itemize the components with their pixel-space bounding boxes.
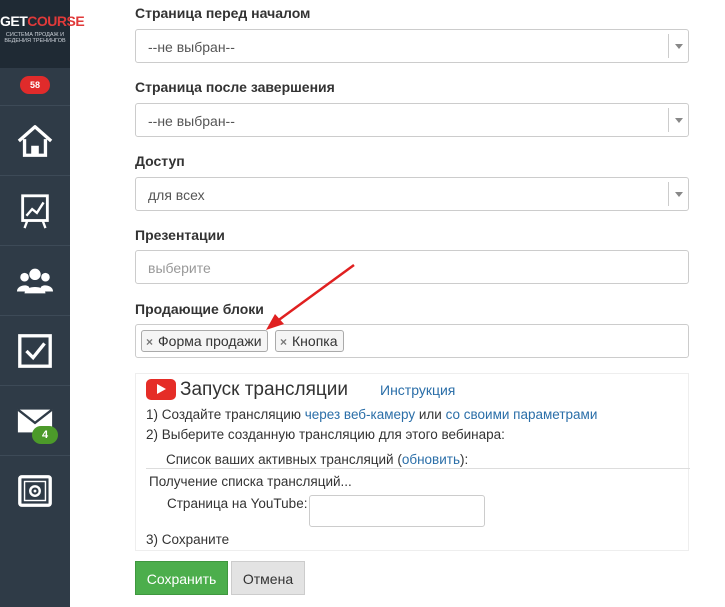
tag-label: Кнопка: [292, 333, 338, 349]
sidebar: GETCOURSE СИСТЕМА ПРОДАЖ И ВЕДЕНИЯ ТРЕНИ…: [0, 0, 85, 607]
safe-icon: [18, 475, 52, 507]
access-select[interactable]: для всех: [135, 177, 689, 211]
page-after-label: Страница после завершения: [135, 79, 335, 95]
sidebar-item-users[interactable]: [0, 245, 70, 316]
tag-label: Форма продажи: [158, 333, 262, 349]
cancel-button[interactable]: Отмена: [231, 561, 305, 595]
selling-block-tag: × Кнопка: [275, 330, 344, 352]
selling-block-tag: × Форма продажи: [141, 330, 268, 352]
users-icon: [16, 268, 54, 294]
close-icon[interactable]: ×: [146, 335, 153, 349]
step-3: 3) Сохраните: [146, 532, 230, 547]
refresh-link[interactable]: обновить: [402, 452, 460, 467]
presentations-input[interactable]: выберите: [135, 250, 689, 284]
checkbox-icon: [18, 334, 52, 368]
logo-brand: GETCOURSE: [0, 13, 85, 29]
chevron-down-icon: [668, 34, 688, 58]
youtube-icon: [146, 379, 176, 400]
home-icon: [17, 125, 53, 157]
chevron-down-icon: [668, 108, 688, 132]
active-broadcasts: Список ваших активных трансляций (обнови…: [166, 452, 469, 467]
step-1: 1) Создайте трансляцию через веб-камеру …: [146, 407, 598, 422]
notifications-badge[interactable]: 58: [20, 76, 50, 94]
page-before-value: --не выбран--: [148, 39, 235, 55]
youtube-page-input[interactable]: [309, 495, 485, 527]
sidebar-item-reports[interactable]: [0, 175, 70, 246]
chevron-down-icon: [668, 182, 688, 206]
getcourse-logo[interactable]: GETCOURSE СИСТЕМА ПРОДАЖ И ВЕДЕНИЯ ТРЕНИ…: [0, 0, 85, 68]
sidebar-item-home[interactable]: [0, 105, 70, 176]
save-button[interactable]: Сохранить: [135, 561, 228, 595]
presentations-label: Презентации: [135, 227, 225, 243]
instruction-link[interactable]: Инструкция: [380, 382, 455, 398]
sidebar-item-messages[interactable]: 4: [0, 385, 70, 456]
page-before-select[interactable]: --не выбран--: [135, 29, 689, 63]
divider: [146, 468, 690, 469]
messages-badge: 4: [32, 426, 58, 444]
chart-board-icon: [21, 194, 49, 229]
sidebar-item-tasks[interactable]: [0, 315, 70, 386]
sidebar-item-safe[interactable]: [0, 455, 70, 526]
page-after-select[interactable]: --не выбран--: [135, 103, 689, 137]
youtube-page-label: Страница на YouTube:: [167, 496, 308, 511]
broadcast-title: Запуск трансляции: [180, 379, 349, 400]
broadcast-panel: Запуск трансляции Инструкция 1) Создайте…: [135, 373, 690, 551]
step-2: 2) Выберите созданную трансляцию для это…: [146, 427, 505, 442]
loading-text: Получение списка трансляций...: [149, 474, 352, 489]
custom-params-link[interactable]: со своими параметрами: [446, 407, 598, 422]
page-after-value: --не выбран--: [148, 113, 235, 129]
webcam-link[interactable]: через веб-камеру: [305, 407, 415, 422]
close-icon[interactable]: ×: [280, 335, 287, 349]
logo-tagline: СИСТЕМА ПРОДАЖ И ВЕДЕНИЯ ТРЕНИНГОВ: [4, 32, 66, 44]
access-label: Доступ: [135, 153, 185, 169]
presentations-placeholder: выберите: [148, 260, 211, 276]
access-value: для всех: [148, 187, 205, 203]
page-before-label: Страница перед началом: [135, 5, 311, 21]
selling-blocks-label: Продающие блоки: [135, 301, 264, 317]
